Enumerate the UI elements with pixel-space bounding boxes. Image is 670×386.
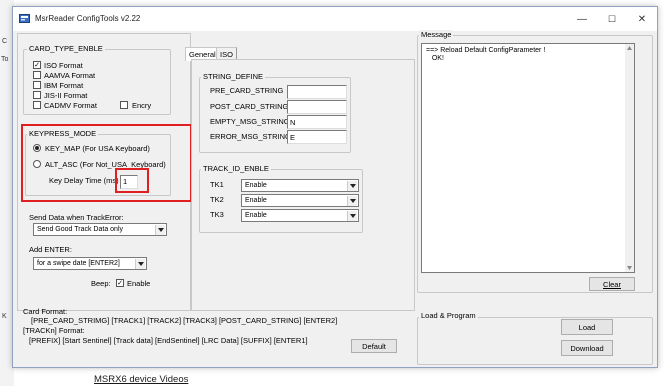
trackn-format-label: [TRACKn] Format: (23, 326, 85, 335)
tk1-select[interactable]: Enable (241, 179, 359, 192)
tk3-value: Enable (245, 212, 267, 219)
aamva-format-label: AAMVA Format (44, 71, 96, 80)
cadmv-format-checkbox[interactable] (33, 101, 41, 109)
download-button[interactable]: Download (561, 340, 613, 356)
send-data-select[interactable]: Send Good Track Data only (33, 223, 167, 236)
post-card-input[interactable] (287, 100, 347, 114)
background-fragment: To (1, 56, 9, 63)
track-id-label: TRACK_ID_ENBLE (201, 164, 271, 173)
add-enter-select[interactable]: for a swipe date [ENTER2] (33, 257, 147, 270)
config-window: MsrReader ConfigTools v2.22 — ☐ ✕ CARD_T… (12, 6, 658, 368)
error-msg-input[interactable]: E (287, 130, 347, 144)
chevron-down-icon (135, 259, 145, 269)
tk1-label: TK1 (210, 180, 224, 189)
videos-link[interactable]: MSRX6 device Videos (94, 374, 188, 385)
message-label: Message (419, 30, 454, 39)
delay-time-label: Key Delay Time (ms) (49, 176, 119, 185)
background-fragment: C (2, 38, 8, 45)
alt-asc-radio[interactable] (33, 160, 41, 168)
default-button[interactable]: Default (351, 339, 397, 353)
tk3-select[interactable]: Enable (241, 209, 359, 222)
chevron-down-icon (347, 211, 357, 221)
tk3-label: TK3 (210, 210, 224, 219)
scroll-down-icon[interactable] (627, 266, 632, 270)
encry-label: Encry (132, 101, 152, 110)
send-data-label: Send Data when TrackError: (29, 213, 124, 222)
key-map-radio[interactable] (33, 144, 41, 152)
beep-enable-label: Enable (127, 279, 151, 288)
highlight-box (115, 168, 149, 193)
chevron-down-icon (155, 225, 165, 235)
beep-checkbox[interactable]: ✓ (116, 279, 124, 287)
background-fragment: K (2, 313, 7, 320)
window-title: MsrReader ConfigTools v2.22 (35, 14, 141, 23)
load-button[interactable]: Load (561, 319, 613, 335)
checkmark-icon: ✓ (117, 279, 123, 287)
trackn-format-value: [PREFIX] [Start Sentinel] [Track data] [… (29, 336, 308, 345)
load-program-label: Load & Program (419, 311, 478, 320)
close-button[interactable]: ✕ (627, 7, 657, 31)
send-data-value: Send Good Track Data only (37, 226, 123, 233)
iso-format-label: ISO Format (44, 61, 83, 70)
message-scrollbar[interactable] (625, 44, 634, 272)
ibm-format-label: IBM Format (44, 81, 84, 90)
beep-label: Beep: (91, 279, 111, 288)
empty-msg-label: EMPTY_MSG_STRING (210, 117, 290, 126)
message-textarea[interactable]: ==> Reload Default ConfigParameter ! OK! (421, 43, 635, 273)
key-map-label: KEY_MAP (For USA Keyboard) (45, 144, 150, 153)
maximize-button[interactable]: ☐ (597, 7, 627, 31)
add-enter-label: Add ENTER: (29, 245, 72, 254)
chevron-down-icon (347, 196, 357, 206)
minimize-button[interactable]: — (567, 7, 597, 31)
encry-checkbox[interactable] (120, 101, 128, 109)
chevron-down-icon (347, 181, 357, 191)
string-define-label: STRING_DEFINE (201, 72, 266, 81)
tk1-value: Enable (245, 182, 267, 189)
tk2-value: Enable (245, 197, 267, 204)
card-format-value: [PRE_CARD_STRIMG] [TRACK1] [TRACK2] [TRA… (31, 316, 338, 325)
tk2-label: TK2 (210, 195, 224, 204)
pre-card-label: PRE_CARD_STRING (210, 86, 284, 95)
checkmark-icon: ✓ (34, 61, 40, 69)
ibm-format-checkbox[interactable] (33, 81, 41, 89)
card-format-label: Card Format: (23, 307, 68, 316)
aamva-format-checkbox[interactable] (33, 71, 41, 79)
clear-button[interactable]: Clear (589, 277, 635, 291)
load-program-group (417, 317, 653, 365)
tk2-select[interactable]: Enable (241, 194, 359, 207)
error-msg-label: ERROR_MSG_STRING (210, 132, 291, 141)
scroll-up-icon[interactable] (627, 46, 632, 50)
empty-msg-input[interactable]: N (287, 115, 347, 129)
jis-format-checkbox[interactable] (33, 91, 41, 99)
title-bar[interactable]: MsrReader ConfigTools v2.22 — ☐ ✕ (13, 7, 657, 31)
card-type-label: CARD_TYPE_ENBLE (27, 44, 105, 53)
iso-format-checkbox[interactable]: ✓ (33, 61, 41, 69)
post-card-label: POST_CARD_STRING (210, 102, 289, 111)
app-icon (19, 13, 30, 24)
jis-format-label: JIS-II Format (44, 91, 88, 100)
pre-card-input[interactable] (287, 85, 347, 99)
add-enter-value: for a swipe date [ENTER2] (37, 260, 120, 267)
cadmv-format-label: CADMV Format (44, 101, 97, 110)
